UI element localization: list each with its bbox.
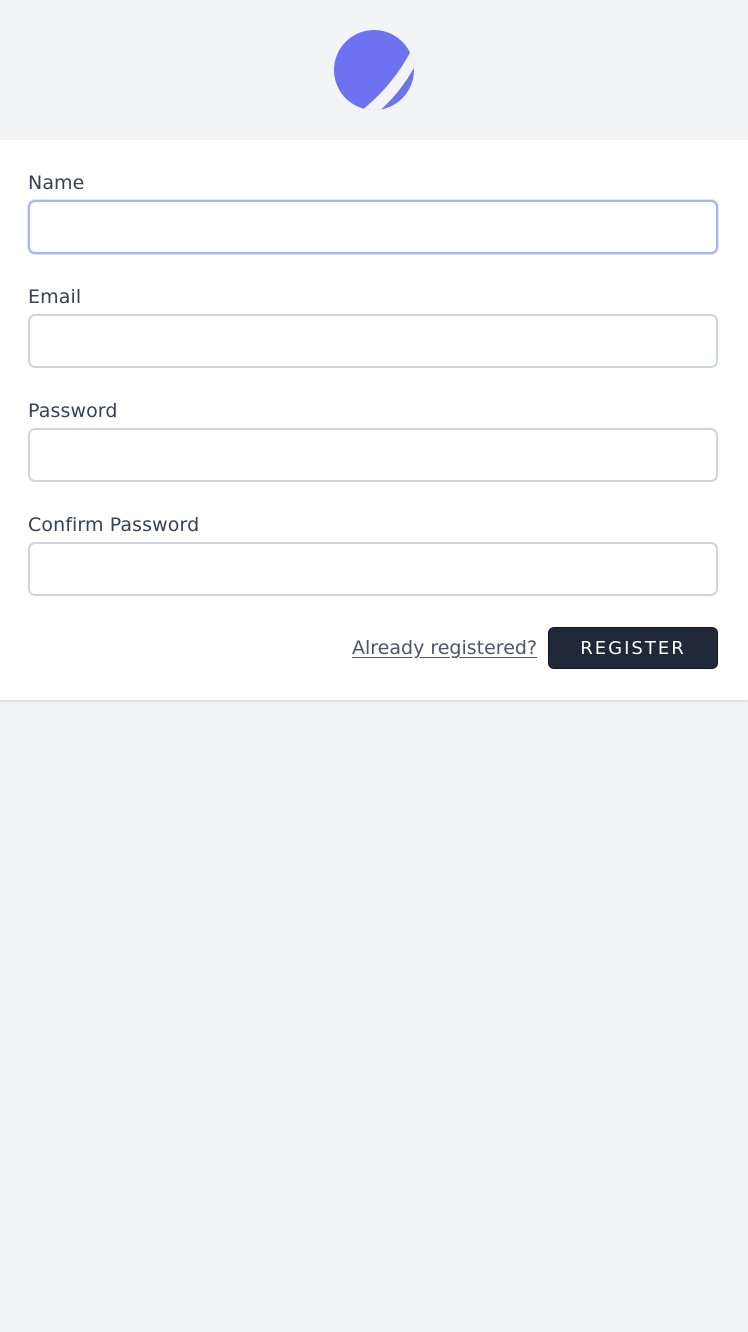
password-label: Password: [28, 400, 118, 422]
name-field[interactable]: [28, 200, 718, 254]
logo-header: [0, 0, 748, 140]
already-registered-link[interactable]: Already registered?: [352, 636, 537, 660]
name-label: Name: [28, 172, 85, 194]
register-form: Name Email Password Confirm Password Alr…: [0, 140, 748, 700]
app-logo-icon[interactable]: [333, 29, 415, 111]
password-field[interactable]: [28, 428, 718, 482]
confirm-password-label: Confirm Password: [28, 514, 200, 536]
register-button[interactable]: REGISTER: [548, 627, 718, 669]
confirm-password-field[interactable]: [28, 542, 718, 596]
email-label: Email: [28, 286, 82, 308]
email-field[interactable]: [28, 314, 718, 368]
